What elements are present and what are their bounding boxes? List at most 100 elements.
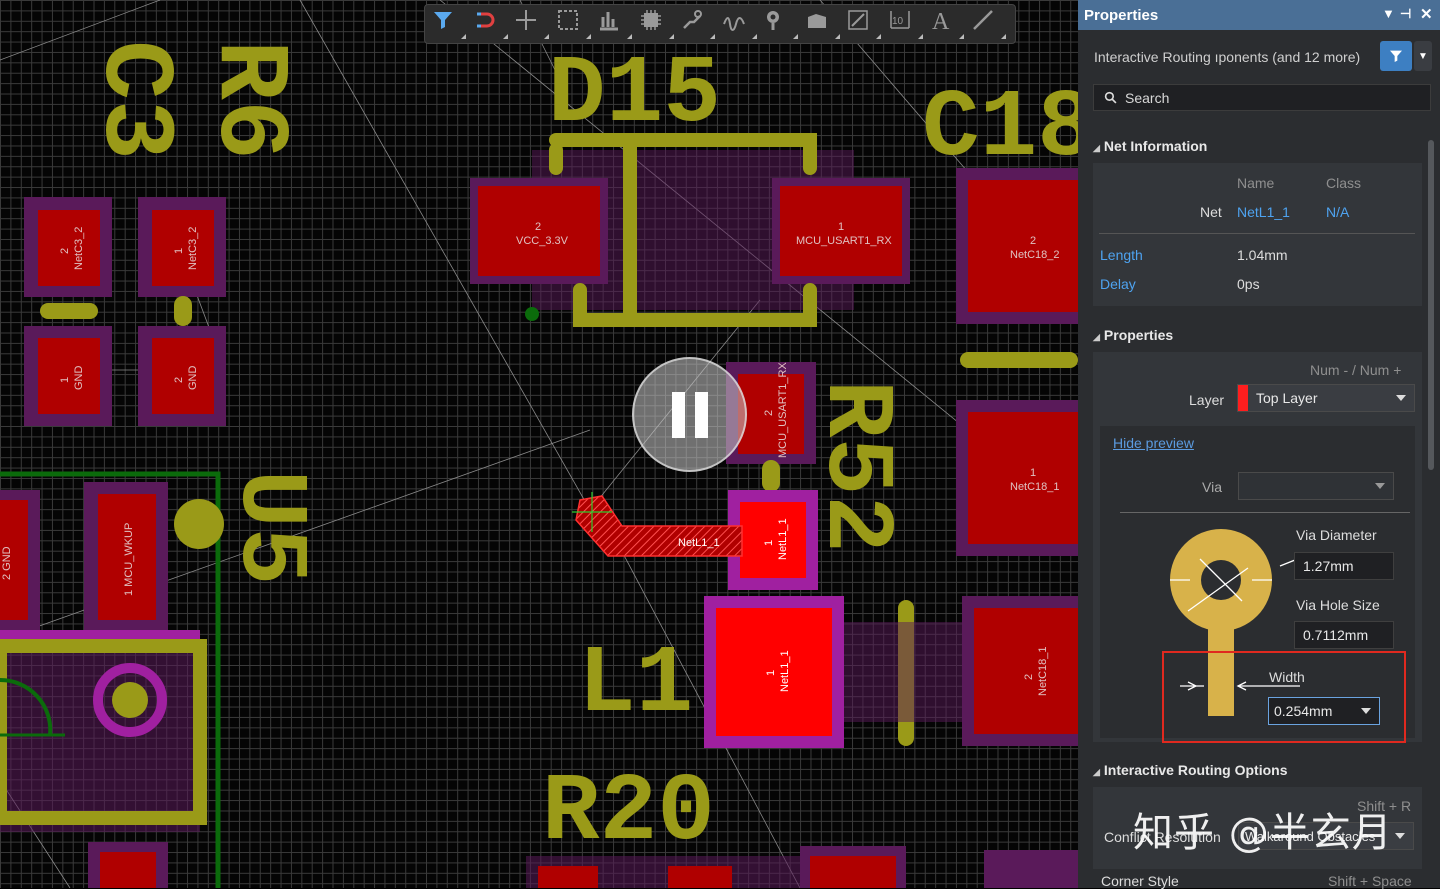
filter-icon bbox=[1390, 50, 1402, 62]
pad-number: 2 bbox=[173, 377, 185, 383]
trace-label: NetL1_1 bbox=[678, 537, 720, 549]
delay-label[interactable]: Delay bbox=[1100, 276, 1136, 292]
panel-menu-icon[interactable]: ▼ bbox=[1382, 6, 1395, 21]
designator-d15: D15 bbox=[548, 40, 721, 149]
pad-number: 1 bbox=[173, 248, 185, 254]
pad-number: 1 bbox=[838, 221, 844, 233]
diff-pair-icon[interactable] bbox=[722, 8, 758, 40]
polygon-fill-icon[interactable] bbox=[805, 8, 841, 40]
component-icon[interactable] bbox=[639, 8, 675, 40]
divider bbox=[1120, 512, 1410, 513]
hide-preview-link[interactable]: Hide preview bbox=[1113, 435, 1194, 451]
length-value: 1.04mm bbox=[1237, 247, 1288, 263]
delay-value: 0ps bbox=[1237, 276, 1260, 292]
pad-number: 2 bbox=[59, 248, 71, 254]
pad-number: 2 bbox=[535, 221, 541, 233]
pad-label: NetC18_1 bbox=[1037, 646, 1049, 696]
d15-footprint[interactable]: VCC_3.3V 2 MCU_USART1_RX 1 bbox=[470, 133, 910, 327]
via-hole-size-label: Via Hole Size bbox=[1296, 597, 1380, 613]
line-icon[interactable] bbox=[846, 8, 882, 40]
designator-r6: R6 bbox=[191, 40, 304, 160]
layer-select-value: Top Layer bbox=[1256, 390, 1318, 406]
via-select[interactable] bbox=[1238, 472, 1394, 500]
designator-r20: R20 bbox=[542, 758, 715, 867]
u5-footprint[interactable]: 2 GND 1 MCU_WKUP bbox=[0, 482, 224, 888]
pad-number: 1 bbox=[765, 670, 777, 676]
text-icon[interactable]: A bbox=[929, 8, 965, 40]
route-magnet-icon[interactable] bbox=[473, 8, 509, 40]
column-name-header: Name bbox=[1237, 175, 1275, 191]
section-net-information[interactable]: ◢ Net Information bbox=[1093, 138, 1207, 154]
via-diameter-input[interactable]: 1.27mm bbox=[1294, 552, 1394, 580]
properties-panel: Properties ▼ ⊣ ✕ Interactive Routing ıpo… bbox=[1078, 0, 1440, 889]
section-properties[interactable]: ◢ Properties bbox=[1093, 327, 1173, 343]
pause-icon bbox=[671, 391, 685, 438]
width-select[interactable]: 0.254mm bbox=[1268, 697, 1380, 725]
pcb-canvas[interactable]: NetC3_2 2 GND 1 NetC3_2 1 GND 2 2 GND 1 … bbox=[0, 0, 1078, 888]
pad-label: GND bbox=[73, 366, 85, 391]
straight-line-icon[interactable] bbox=[971, 8, 1007, 40]
via-diameter-label: Via Diameter bbox=[1296, 527, 1377, 543]
object-filter-bar[interactable]: Interactive Routing ıponents (and 12 mor… bbox=[1094, 41, 1432, 72]
search-input[interactable]: Search bbox=[1093, 84, 1431, 111]
designator-u5: U5 bbox=[215, 470, 324, 585]
pad-label: NetC3_2 bbox=[187, 227, 199, 270]
pad-label: NetC3_2 bbox=[73, 227, 85, 270]
pad-label: MCU_USART1_RX bbox=[777, 362, 789, 458]
panel-scrollbar[interactable] bbox=[1427, 120, 1435, 880]
filter-icon[interactable] bbox=[431, 8, 467, 40]
l1-footprint[interactable]: NetL1_1 1 bbox=[704, 596, 962, 748]
c3-footprint[interactable]: NetC3_2 2 GND 1 bbox=[24, 197, 112, 426]
pcb-drawing[interactable]: NetC3_2 2 GND 1 NetC3_2 1 GND 2 2 GND 1 … bbox=[0, 0, 1078, 888]
search-icon bbox=[1104, 91, 1117, 104]
net-info-box: Name Class Net NetL1_1 N/A Length 1.04mm… bbox=[1093, 163, 1422, 306]
active-bar-toolbar: 10 A bbox=[424, 4, 1016, 44]
designator-r52: R52 bbox=[801, 380, 910, 553]
pad-label: VCC_3.3V bbox=[516, 235, 569, 247]
svg-text:A: A bbox=[932, 9, 950, 32]
pad-label: NetL1_1 bbox=[777, 518, 789, 560]
net-name-link[interactable]: NetL1_1 bbox=[1237, 204, 1290, 220]
pad-number: 1 bbox=[59, 377, 71, 383]
filter-button[interactable] bbox=[1380, 41, 1412, 71]
layer-shortcut: Num - / Num + bbox=[1310, 362, 1402, 378]
r6-footprint[interactable]: NetC3_2 1 GND 2 bbox=[138, 197, 226, 426]
corner-style-shortcut: Shift + Space bbox=[1328, 873, 1412, 889]
pad-number: 1 bbox=[1030, 467, 1036, 479]
panel-title: Properties bbox=[1084, 6, 1159, 24]
pad-label: 2 GND bbox=[1, 546, 13, 580]
search-placeholder: Search bbox=[1125, 89, 1170, 106]
net-class-link[interactable]: N/A bbox=[1326, 204, 1349, 220]
properties-box: Num - / Num + Layer Top Layer Hide previ… bbox=[1093, 352, 1422, 743]
video-pause-overlay[interactable] bbox=[632, 357, 747, 472]
close-icon[interactable]: ✕ bbox=[1420, 5, 1433, 23]
interactive-route-icon[interactable] bbox=[680, 8, 716, 40]
filter-summary: Interactive Routing ıponents (and 12 mor… bbox=[1094, 49, 1361, 65]
layer-select[interactable]: Top Layer bbox=[1237, 384, 1415, 412]
c18-footprint[interactable]: NetC18_2 2 NetC18_1 1 NetC18_1 2 bbox=[956, 168, 1078, 888]
corner-style-label: Corner Style bbox=[1101, 873, 1179, 889]
svg-text:10: 10 bbox=[892, 16, 904, 27]
pad-label: NetC18_1 bbox=[1010, 481, 1060, 493]
pin-icon[interactable]: ⊣ bbox=[1400, 6, 1411, 22]
pad-label: NetL1_1 bbox=[779, 650, 791, 692]
pad-label: MCU_USART1_RX bbox=[796, 235, 892, 247]
active-trace[interactable]: NetL1_1 bbox=[572, 492, 743, 557]
dimension-icon[interactable]: 10 bbox=[888, 8, 924, 40]
via-pin-icon[interactable] bbox=[763, 8, 799, 40]
pad-label: NetC18_2 bbox=[1010, 249, 1060, 261]
filter-dropdown[interactable]: ▼ bbox=[1414, 41, 1432, 71]
panel-header: Properties ▼ ⊣ ✕ bbox=[1078, 0, 1440, 30]
select-rect-icon[interactable] bbox=[556, 8, 592, 40]
designator-l1: L1 bbox=[578, 630, 693, 739]
pad-number: 1 bbox=[763, 540, 775, 546]
length-label[interactable]: Length bbox=[1100, 247, 1143, 263]
net-label: Net bbox=[1200, 204, 1222, 220]
align-icon[interactable] bbox=[597, 8, 633, 40]
pad-number: 2 bbox=[763, 410, 775, 416]
via-label: Via bbox=[1202, 479, 1222, 495]
via-hole-size-input[interactable]: 0.7112mm bbox=[1294, 621, 1394, 649]
pad-number: 2 bbox=[1023, 674, 1035, 680]
section-interactive-routing-options[interactable]: ◢ Interactive Routing Options bbox=[1093, 762, 1288, 778]
crosshair-icon[interactable] bbox=[514, 8, 550, 40]
